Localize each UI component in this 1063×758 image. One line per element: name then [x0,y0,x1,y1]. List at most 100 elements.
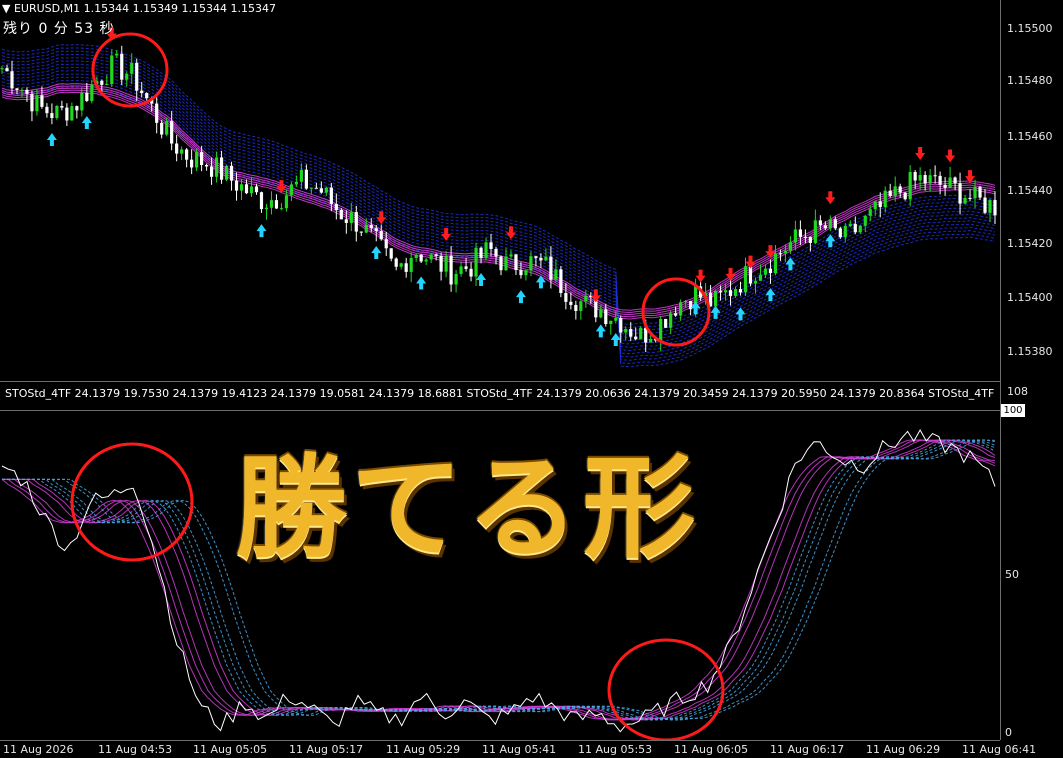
candle-body [908,172,912,200]
candle-body [115,53,119,56]
candle-body [873,201,877,210]
candle-body [125,73,129,80]
candle-body [763,268,768,275]
ribbon-line [1,83,996,329]
candle-body [883,190,887,208]
candle-body [259,192,264,210]
candle-body [748,266,753,284]
candle-body [165,121,169,135]
time-label: 11 Aug 2026 [3,743,74,756]
candle-body [70,106,74,121]
candle-body [684,301,688,303]
candle-body [374,228,378,232]
candle-body [199,152,204,166]
candle-body [524,270,528,276]
candle-body [379,231,383,240]
candle-body [274,200,279,209]
candle-body [5,68,9,72]
candle-body [848,223,852,227]
ribbon-line [1,83,996,311]
ribbon-line [1,47,996,365]
price-label: 1.15460 [1007,130,1053,143]
candle-body [294,181,299,185]
time-axis-border [0,740,1000,741]
candle-body [110,55,114,84]
osc-label: 50 [1005,568,1019,581]
candle-body [145,93,149,99]
candle-body [738,289,743,293]
candle-body [489,242,493,249]
ribbon-line [1,91,996,320]
candle-body [773,253,778,274]
candle-body [833,219,837,229]
up-arrow-icon [595,324,606,338]
time-label: 11 Aug 04:53 [98,743,173,756]
up-arrow-icon [371,246,382,260]
indicator-values: STOStd_4TF 24.1379 19.7530 24.1379 19.41… [5,387,995,400]
candle-body [723,290,728,293]
candle-body [219,157,224,180]
candle-body [65,107,69,121]
candle-body [40,95,44,107]
candle-body [299,169,303,182]
candle-body [474,247,478,277]
candle-body [948,177,952,188]
candle-body [289,184,294,196]
candle-body [599,309,603,318]
candle-body [634,336,638,340]
candle-body [753,280,758,284]
candle-body [324,187,328,193]
up-arrow-icon [416,276,427,290]
candle-body [938,175,942,185]
candle-body [209,166,214,177]
candle-body [75,106,79,111]
candle-body [384,239,388,249]
candle-body [529,256,533,271]
price-label: 1.15500 [1007,22,1053,35]
candle-body [629,328,633,337]
candle-body [80,92,84,111]
candle-body [574,304,578,311]
time-label: 11 Aug 06:05 [674,743,749,756]
candle-body [564,292,568,302]
candle-body [783,250,788,254]
down-arrow-icon [825,191,836,205]
candle-body [439,255,443,272]
candle-body [45,106,49,114]
ribbon-line [1,86,996,325]
candle-body [823,225,827,229]
candle-body [878,201,882,208]
candle-body [549,256,553,280]
candle-body [499,256,503,271]
candle-body [978,186,982,198]
candle-body [494,248,498,257]
time-label: 11 Aug 05:53 [578,743,653,756]
candle-body [793,229,798,243]
candle-body [185,149,189,160]
candle-body [868,209,872,216]
candle-body [449,255,453,285]
price-label: 1.15440 [1007,184,1053,197]
candle-body [130,62,134,74]
candle-body [863,215,867,226]
candle-body [893,186,897,196]
candle-body [888,190,892,196]
candle-body [758,274,763,281]
chart-canvas[interactable] [0,0,1000,740]
candle-body [170,121,174,144]
osc-level-box: 100 [1001,404,1025,417]
osc-label: 0 [1005,726,1012,739]
candle-body [409,257,413,272]
candle-body [50,113,54,119]
candle-body [943,184,947,188]
candle-body [175,143,179,154]
ribbon-line [1,76,996,335]
candle-body [933,175,937,177]
candle-body [509,254,513,257]
candle-body [329,187,333,204]
candle-body [619,317,623,333]
time-label: 11 Aug 05:41 [482,743,557,756]
candle-body [419,254,423,262]
price-label: 1.15420 [1007,237,1053,250]
time-label: 11 Aug 06:17 [770,743,845,756]
